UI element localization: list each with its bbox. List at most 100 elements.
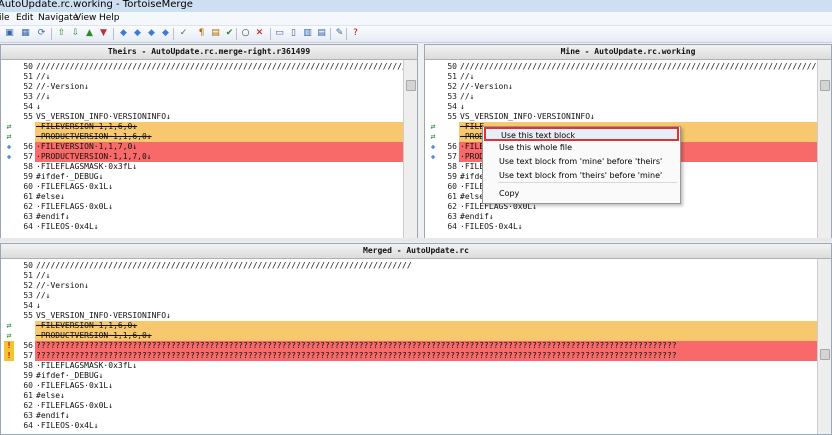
theirs-lines[interactable]: 50//////////////////////////////////////… (1, 62, 412, 232)
mine-scroll-thumb[interactable] (820, 80, 830, 91)
merged-line[interactable]: 51//↓ (1, 271, 817, 281)
merged-line-text: ·FILEFLAGS·0x0L↓ (36, 401, 114, 410)
merged-gutter: 60 (1, 381, 35, 391)
merged-pane[interactable]: Merged - AutoUpdate.rc 50///////////////… (0, 243, 832, 435)
merged-scroll-thumb[interactable] (820, 349, 830, 360)
mine-line-text: VS_VERSION_INFO·VERSIONINFO↓ (460, 112, 595, 121)
theirs-line[interactable]: 63 #endif↓ (1, 212, 403, 222)
theirs-line[interactable]: 62 ·FILEFLAGS·0x0L↓ (1, 202, 403, 212)
theirs-line-number: 51 (23, 72, 33, 81)
mine-scrollbar[interactable] (817, 60, 831, 238)
view-three-icon[interactable]: ▥ (302, 28, 313, 39)
prev-diff-icon[interactable]: ▲ (84, 28, 95, 39)
nav-right-icon[interactable]: ◆ (132, 28, 143, 39)
merged-line[interactable]: 53//↓ (1, 291, 817, 301)
help-icon[interactable]: ? (350, 28, 361, 39)
menu-file[interactable]: ile (0, 12, 10, 25)
merged-line[interactable]: 61 #else↓ (1, 391, 817, 401)
theirs-scrollbar[interactable] (403, 60, 417, 238)
theirs-line[interactable]: 52//·Version↓ (1, 82, 403, 92)
theirs-gutter: 62 (1, 202, 35, 212)
next-diff-icon[interactable]: ▼ (98, 28, 109, 39)
mine-line[interactable]: 63 #endif↓ (425, 212, 817, 222)
mine-gutter: 59 (425, 172, 459, 182)
merged-line[interactable]: 55 VS_VERSION_INFO·VERSIONINFO↓ (1, 311, 817, 321)
menu-view[interactable]: View (75, 12, 96, 25)
edit-icon[interactable]: ✎ (334, 28, 345, 39)
menu-bar: ile Edit Navigate View Help (0, 12, 832, 26)
theirs-gutter: 55 (1, 112, 35, 122)
theirs-line[interactable]: 60 ·FILEFLAGS·0x1L↓ (1, 182, 403, 192)
merged-line[interactable]: 64 ·FILEOS·0x4L↓ (1, 421, 817, 431)
mine-line[interactable]: 50//////////////////////////////////////… (425, 62, 831, 72)
merged-gutter: 58 (1, 361, 35, 371)
pane-splitter[interactable] (0, 238, 832, 242)
mine-line[interactable]: 54 ↓ (425, 102, 817, 112)
next-file-icon[interactable]: ⇩ (70, 28, 81, 39)
layout-icon[interactable]: ▤ (316, 28, 327, 39)
theirs-line[interactable]: 59 #ifdef·_DEBUG↓ (1, 172, 403, 182)
merged-line[interactable]: ! 56?????????????????????????????????????… (1, 341, 817, 351)
menu-edit[interactable]: Edit (16, 12, 33, 25)
merged-line[interactable]: ⇄ ·FILEVERSION·1,1,6,0↓ (1, 321, 817, 331)
nav-up-icon[interactable]: ◆ (146, 28, 157, 39)
mine-line[interactable]: 51//↓ (425, 72, 817, 82)
nav-down-icon[interactable]: ◆ (160, 28, 171, 39)
theirs-line[interactable]: 64 ·FILEOS·0x4L↓ (1, 222, 403, 232)
ctx-copy[interactable]: Copy (484, 187, 679, 201)
theirs-line[interactable]: ✚ 57 ·PRODUCTVERSION·1,1,7,0↓ (1, 152, 403, 162)
mine-line[interactable]: 64 ·FILEOS·0x4L↓ (425, 222, 817, 232)
check-icon[interactable]: ✓ (178, 28, 189, 39)
theirs-line[interactable]: 61 #else↓ (1, 192, 403, 202)
paragraph-icon[interactable]: ¶ (196, 28, 207, 39)
mine-line-number: 55 (447, 112, 457, 121)
added-line-icon: ✚ (430, 152, 436, 161)
toolbar-separator (173, 28, 174, 40)
mark-resolved-icon[interactable]: ✔ (224, 28, 235, 39)
merged-lines[interactable]: 50//////////////////////////////////////… (1, 261, 817, 431)
theirs-scroll-thumb[interactable] (406, 80, 416, 91)
theirs-line[interactable]: 50//////////////////////////////////////… (1, 62, 411, 72)
theirs-line[interactable]: ✚ 56 ·FILEVERSION·1,1,7,0↓ (1, 142, 403, 152)
merged-line[interactable]: ! 57?????????????????????????????????????… (1, 351, 817, 361)
prev-file-icon[interactable]: ⇧ (56, 28, 67, 39)
merged-line[interactable]: 63 #endif↓ (1, 411, 817, 421)
menu-help[interactable]: Help (99, 12, 120, 25)
view-two-icon[interactable]: ▯ (288, 28, 299, 39)
open-icon[interactable]: ▦ (20, 28, 31, 39)
merged-line[interactable]: ⇄ ·PRODUCTVERSION·1,1,6,0↓ (1, 331, 817, 341)
whitespace-icon[interactable]: ▤ (210, 28, 221, 39)
merged-line[interactable]: 52//·Version↓ (1, 281, 817, 291)
ctx-use-whole-file[interactable]: Use this whole file (484, 141, 679, 155)
theirs-pane[interactable]: Theirs - AutoUpdate.rc.merge-right.r3614… (0, 44, 418, 239)
theirs-line[interactable]: 53//↓ (1, 92, 403, 102)
mine-line[interactable]: 53//↓ (425, 92, 817, 102)
circle-icon[interactable]: ○ (240, 28, 251, 39)
menu-navigate[interactable]: Navigate (38, 12, 78, 25)
theirs-line-number: 64 (23, 222, 33, 231)
merged-line[interactable]: 58 ·FILEFLAGSMASK·0x3fL↓ (1, 361, 817, 371)
theirs-line[interactable]: ⇄ ·PRODUCTVERSION·1,1,6,0↓ (1, 132, 403, 142)
mine-line[interactable]: 55 VS_VERSION_INFO·VERSIONINFO↓ (425, 112, 817, 122)
ctx-mine-before-theirs[interactable]: Use text block from 'mine' before 'their… (484, 155, 679, 169)
merged-scrollbar[interactable] (817, 259, 831, 434)
merged-line[interactable]: 50//////////////////////////////////////… (1, 261, 817, 271)
merged-line[interactable]: 54 ↓ (1, 301, 817, 311)
reload-icon[interactable]: ⟳ (36, 28, 47, 39)
merged-line[interactable]: 62 ·FILEFLAGS·0x0L↓ (1, 401, 817, 411)
theirs-line[interactable]: 55 VS_VERSION_INFO·VERSIONINFO↓ (1, 112, 403, 122)
merged-line[interactable]: 59 #ifdef·_DEBUG↓ (1, 371, 817, 381)
mine-line[interactable]: 52//·Version↓ (425, 82, 817, 92)
merged-line-text: ↓ (36, 301, 41, 310)
ctx-theirs-before-mine[interactable]: Use text block from 'theirs' before 'min… (484, 169, 679, 183)
close-icon[interactable]: ✕ (254, 28, 265, 39)
theirs-line[interactable]: 58 ·FILEFLAGSMASK·0x3fL↓ (1, 162, 403, 172)
theirs-line[interactable]: 54 ↓ (1, 102, 403, 112)
ctx-use-this-text-block[interactable]: Use this text block (484, 127, 679, 141)
theirs-line[interactable]: 51//↓ (1, 72, 403, 82)
merged-line[interactable]: 60 ·FILEFLAGS·0x1L↓ (1, 381, 817, 391)
view-one-icon[interactable]: ▭ (274, 28, 285, 39)
theirs-line[interactable]: ⇄ ·FILEVERSION·1,1,6,0↓ (1, 122, 403, 132)
nav-left-icon[interactable]: ◆ (118, 28, 129, 39)
save-icon[interactable]: ▣ (4, 28, 15, 39)
